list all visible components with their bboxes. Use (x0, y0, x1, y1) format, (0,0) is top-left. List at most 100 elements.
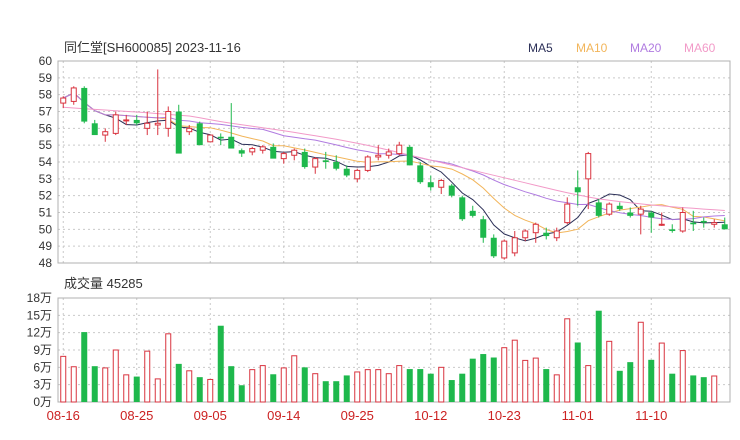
candle-body-up (606, 203, 613, 215)
volume-bar-down (459, 373, 466, 402)
volume-bar-down (648, 359, 655, 402)
candle-body-down (175, 111, 182, 154)
price-tick-label: 53 (39, 172, 53, 186)
volume-tick-label: 12万 (27, 326, 52, 340)
volume-bar-down (690, 375, 697, 402)
candle-body-down (133, 119, 140, 124)
candle-body-up (154, 122, 161, 126)
date-tick-label: 11-10 (635, 408, 667, 423)
volume-bar-up (637, 321, 644, 403)
date-tick-label: 10-23 (488, 408, 521, 423)
volume-tick-label: 18万 (27, 291, 52, 305)
candle-body-up (207, 134, 214, 143)
candle-body-down (196, 123, 203, 146)
legend-ma10: MA10 (576, 41, 608, 55)
price-grid (58, 60, 730, 264)
volume-bar-up (354, 371, 361, 403)
price-tick-label: 49 (39, 239, 53, 253)
volume-bar-up (249, 369, 256, 403)
volume-bar-up (165, 333, 172, 403)
volume-bar-up (511, 339, 518, 403)
ma5-line (63, 92, 725, 242)
price-tick-label: 51 (39, 206, 53, 220)
candle-body-down (448, 185, 455, 196)
volume-bar-up (553, 374, 560, 403)
volume-bar-up (585, 365, 592, 403)
volume-bar-up (123, 374, 130, 403)
candle-body-down (616, 205, 623, 210)
volume-bar-up (259, 365, 266, 403)
volume-bar-up (70, 366, 77, 403)
candle-body-down (343, 168, 350, 176)
candle-body-down (322, 160, 329, 162)
volume-bar-up (280, 367, 287, 403)
volume-bar-up (144, 350, 151, 403)
volume-bar-down (91, 366, 98, 402)
volume-bar-down (217, 325, 224, 402)
candle-body-up (60, 97, 67, 104)
volume-tick-label: 15万 (27, 308, 52, 322)
volume-bar-down (700, 377, 707, 402)
date-tick-label: 11-01 (562, 408, 594, 423)
price-tick-label: 56 (39, 121, 53, 135)
chart-title: 同仁堂[SH600085] 2023-11-16 (64, 40, 241, 55)
candle-body-up (186, 127, 193, 133)
candle-body-up (102, 131, 109, 136)
candle-body-up (280, 153, 287, 160)
date-tick-label: 08-25 (120, 408, 153, 423)
candle-body-down (301, 151, 308, 168)
price-tick-label: 54 (39, 155, 53, 169)
candle-body-up (711, 222, 718, 225)
candle-body-down (459, 197, 466, 220)
volume-bar-down (270, 374, 277, 402)
volume-bar-up (564, 318, 571, 403)
date-tick-label: 09-25 (341, 408, 374, 423)
volume-bar-up (522, 359, 529, 403)
volume-bar-down (469, 358, 476, 402)
candle-body-down (490, 237, 497, 257)
candle-body-up (658, 223, 665, 226)
candle-body-up (532, 223, 539, 234)
candle-body-down (595, 202, 602, 216)
candle-body-down (228, 136, 235, 149)
volume-bars (60, 310, 718, 403)
candle-body-up (385, 151, 392, 156)
volume-bar-down (133, 376, 140, 402)
volume-bar-up (207, 378, 214, 403)
candle-body-up (112, 114, 119, 134)
volume-bar-up (679, 350, 686, 403)
volume-bar-up (532, 357, 539, 403)
candle-body-up (354, 169, 361, 180)
candle-body-up (396, 144, 403, 155)
volume-bar-down (228, 366, 235, 402)
volume-bar-down (343, 375, 350, 402)
candle-body-down (690, 222, 697, 225)
volume-bar-up (711, 375, 718, 403)
candle-body-up (375, 154, 382, 158)
price-tick-label: 58 (39, 88, 53, 102)
candle-body-down (480, 219, 487, 238)
volume-bar-down (406, 369, 413, 402)
candle-body-up (637, 208, 644, 215)
volume-bar-down (417, 369, 424, 402)
candle-body-up (249, 148, 256, 153)
candle-body-up (585, 153, 592, 180)
volume-bar-up (385, 373, 392, 403)
moving-average-lines (63, 92, 725, 242)
candle-body-down (417, 165, 424, 183)
candle-body-down (648, 212, 655, 218)
candle-body-down (669, 229, 676, 232)
volume-bar-up (396, 365, 403, 403)
price-tick-label: 48 (39, 256, 53, 270)
candle-body-up (564, 203, 571, 224)
candle-body-up (522, 230, 529, 239)
volume-bar-up (658, 342, 665, 403)
candlesticks (60, 69, 728, 260)
legend: MA5 MA10 MA20 MA60 (528, 41, 716, 55)
legend-ma20: MA20 (630, 41, 662, 55)
legend-ma60: MA60 (684, 41, 716, 55)
volume-axis: 18万 15万 12万 9万 6万 3万 0万 (27, 291, 52, 409)
candle-body-down (721, 224, 728, 230)
stock-chart: 同仁堂[SH600085] 2023-11-16 MA5 MA10 MA20 M… (27, 40, 731, 423)
price-tick-label: 50 (39, 222, 53, 236)
